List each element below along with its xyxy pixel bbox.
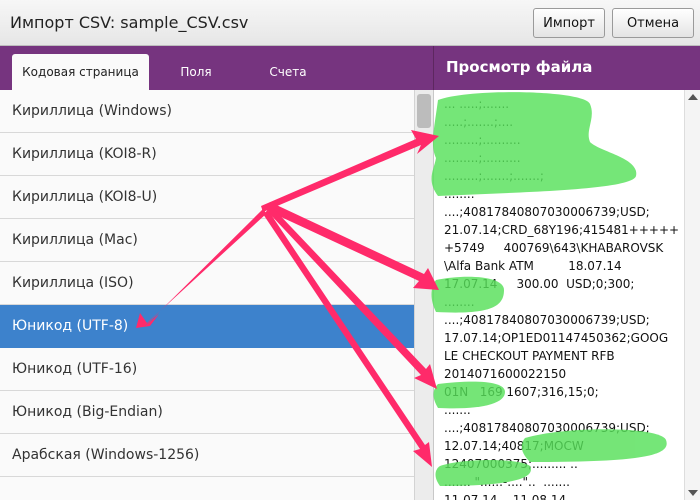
preview-panel: ... .....;....... .....;.......;.... ...…: [433, 90, 700, 500]
list-scroll-thumb[interactable]: [417, 94, 431, 128]
tab-fields[interactable]: Поля: [160, 54, 232, 90]
cancel-button[interactable]: Отмена: [612, 8, 694, 38]
encoding-item[interactable]: Кириллица (KOI8-R): [0, 133, 414, 176]
encoding-item[interactable]: Юникод (Big-Endian): [0, 391, 414, 434]
tab-code-page[interactable]: Кодовая страница: [12, 54, 149, 90]
title-bar: Импорт CSV: sample_CSV.csv Импорт Отмена: [0, 0, 700, 46]
preview-text: ... .....;....... .....;.......;.... ...…: [444, 97, 680, 500]
encoding-item[interactable]: Юникод (UTF-16): [0, 348, 414, 391]
encoding-item[interactable]: Кириллица (Mac): [0, 219, 414, 262]
scroll-up-icon[interactable]: [688, 94, 698, 100]
encoding-item-selected[interactable]: Юникод (UTF-8): [0, 305, 414, 348]
encoding-item[interactable]: Кириллица (Windows): [0, 90, 414, 133]
preview-title: Просмотр файла: [446, 58, 593, 76]
preview-scrollbar[interactable]: [684, 90, 700, 500]
tab-bar: Кодовая страница Поля Счета: [0, 46, 433, 90]
import-button[interactable]: Импорт: [533, 8, 605, 38]
scroll-down-icon[interactable]: [688, 490, 698, 496]
encoding-list: Кириллица (Windows) Кириллица (KOI8-R) К…: [0, 90, 414, 500]
encoding-item[interactable]: Арабская (Windows-1256): [0, 434, 414, 477]
tab-accounts[interactable]: Счета: [248, 54, 328, 90]
encoding-item[interactable]: Кириллица (ISO): [0, 262, 414, 305]
preview-header: Просмотр файла: [433, 46, 700, 90]
window-title: Импорт CSV: sample_CSV.csv: [10, 13, 249, 32]
encoding-item[interactable]: Кириллица (KOI8-U): [0, 176, 414, 219]
list-scrollbar[interactable]: [414, 90, 433, 500]
